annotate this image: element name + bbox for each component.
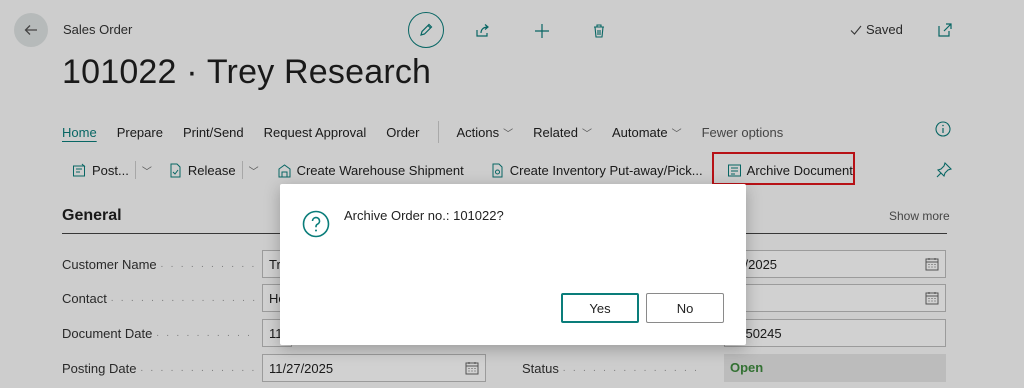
confirm-dialog: Archive Order no.: 101022? Yes No bbox=[280, 184, 746, 345]
dialog-message: Archive Order no.: 101022? bbox=[344, 208, 504, 223]
question-icon bbox=[302, 210, 330, 238]
yes-button[interactable]: Yes bbox=[561, 293, 639, 323]
no-button[interactable]: No bbox=[646, 293, 724, 323]
